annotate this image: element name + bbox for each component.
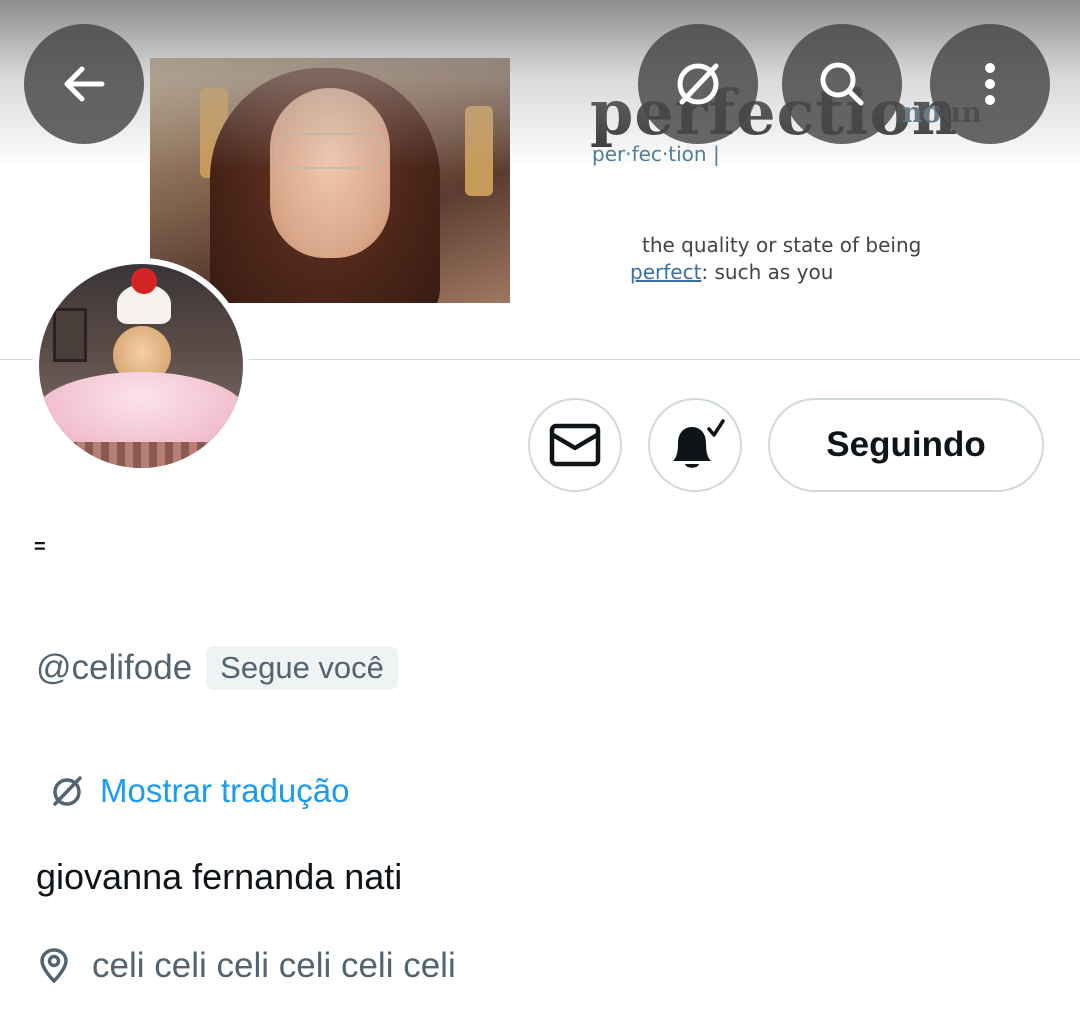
definition-phonetic: per·fec·tion |	[592, 142, 720, 166]
arrow-left-icon	[64, 66, 105, 102]
picture-frame-shape	[53, 308, 87, 362]
location-pin-icon	[40, 948, 68, 983]
definition-text: the quality or state of being perfect: s…	[630, 232, 921, 286]
face-shape	[270, 88, 390, 258]
translate-icon	[53, 776, 82, 806]
bell-check-icon	[673, 419, 725, 468]
search-icon	[820, 62, 864, 106]
location-text: celi celi celi celi celi celi	[92, 946, 456, 985]
location-row: celi celi celi celi celi celi	[38, 946, 456, 986]
definition-line-2: perfect: such as you	[630, 260, 833, 284]
handle-row: @celifode Segue você	[36, 646, 398, 690]
mail-icon	[549, 423, 601, 467]
search-button[interactable]	[782, 24, 902, 144]
profile-bio: giovanna fernanda nati	[36, 856, 403, 897]
cherry-shape	[131, 268, 157, 294]
cupcake-base-shape	[69, 442, 219, 468]
chair-shape	[465, 106, 493, 196]
definition-line-2-rest: : such as you	[701, 260, 834, 284]
definition-highlight: perfect	[630, 260, 702, 284]
more-options-button[interactable]	[930, 24, 1050, 144]
username-handle: @celifode	[36, 648, 193, 687]
show-translation-label: Mostrar tradução	[100, 772, 350, 809]
show-translation-link[interactable]: Mostrar tradução	[48, 772, 349, 810]
following-button[interactable]: Seguindo	[768, 398, 1044, 492]
glasses-shape	[275, 133, 385, 169]
avatar[interactable]	[33, 258, 249, 474]
more-vertical-icon	[985, 63, 995, 105]
back-button[interactable]	[24, 24, 144, 144]
avatar-image	[39, 264, 243, 468]
display-name: =	[34, 536, 46, 558]
notifications-button[interactable]	[648, 398, 742, 492]
banner-photo	[150, 58, 510, 303]
message-button[interactable]	[528, 398, 622, 492]
definition-line-1: the quality or state of being	[642, 233, 922, 257]
follows-you-badge: Segue você	[206, 646, 398, 690]
translate-button[interactable]	[638, 24, 758, 144]
translate-icon	[677, 63, 719, 105]
